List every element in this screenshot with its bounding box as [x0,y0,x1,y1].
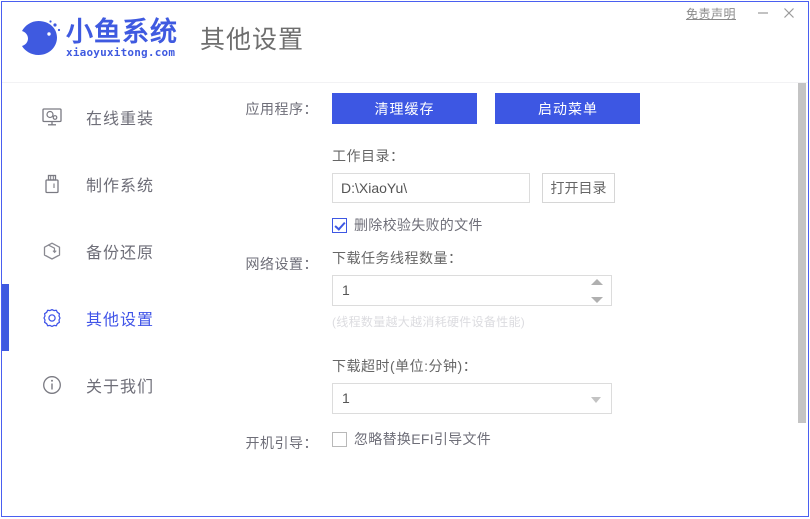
application-section-body: 清理缓存 启动菜单 工作目录： 打开目录 删除校验失败的文件 [332,93,641,235]
usb-drive-icon [40,172,64,196]
sidebar-item-label: 关于我们 [86,378,155,396]
boot-section-body: 忽略替换EFI引导文件 [332,427,491,453]
download-timeout-select[interactable]: 1 [332,383,612,414]
app-header: 小鱼系统 xiaoyuxitong.com 其他设置 [16,16,304,60]
sidebar-nav: 在线重装 制作系统 备份还原 其他设置 关于我们 [2,83,198,516]
open-directory-button[interactable]: 打开目录 [542,173,615,203]
stepper-up-icon[interactable] [590,279,603,285]
close-button[interactable] [776,3,802,23]
boot-section-label: 开机引导： [245,435,318,451]
sidebar-item-online-reinstall[interactable]: 在线重装 [2,83,198,150]
application-section-label: 应用程序： [245,101,318,117]
sidebar-item-make-system[interactable]: 制作系统 [2,150,198,217]
sidebar-item-backup-restore[interactable]: 备份还原 [2,217,198,284]
ignore-efi-checkbox[interactable] [332,431,347,447]
download-timeout-label: 下载超时(单位:分钟)： [332,358,478,374]
boot-section: 开机引导： 忽略替换EFI引导文件 [206,427,491,453]
sidebar-item-other-settings[interactable]: 其他设置 [2,284,198,351]
sidebar-item-about-us[interactable]: 关于我们 [2,351,198,418]
box-restore-icon [40,239,64,263]
settings-content: 应用程序： 清理缓存 启动菜单 工作目录： 打开目录 删除校验失败的文件 [198,83,808,516]
delete-failed-files-label: 删除校验失败的文件 [354,217,483,233]
brand-name-cn: 小鱼系统 [66,16,178,48]
work-directory-label: 工作目录： [332,148,405,164]
delete-failed-files-checkbox[interactable] [332,217,347,233]
clear-cache-button[interactable]: 清理缓存 [332,93,477,124]
stepper-arrows[interactable] [590,279,603,303]
application-section: 应用程序： 清理缓存 启动菜单 工作目录： 打开目录 删除校验失败的文件 [206,93,641,235]
brand-wordmark: 小鱼系统 xiaoyuxitong.com [66,16,178,59]
brand-name-en: xiaoyuxitong.com [66,45,176,59]
monitor-icon [40,105,64,129]
page-title: 其他设置 [200,26,305,54]
fish-logo-icon [16,16,62,60]
disclaimer-link[interactable]: 免责声明 [686,5,736,22]
sidebar-item-label: 备份还原 [86,244,155,262]
chevron-down-icon[interactable] [591,397,601,403]
thread-count-value: 1 [342,282,350,298]
app-window: 免责声明 小鱼系统 xiaoyuxitong.com 其他设置 在线重装 制作系… [1,1,809,517]
network-section-body: 下载任务线程数量： 1 (线程数量越大越消耗硬件设备性能) 下载超时(单位:分钟… [332,248,612,414]
scrollbar-thumb[interactable] [798,83,806,423]
thread-count-label: 下载任务线程数量： [332,250,463,266]
network-section: 网络设置： 下载任务线程数量： 1 (线程数量越大越消耗硬件设备性能) 下载超时… [206,248,612,414]
download-timeout-value: 1 [342,390,350,406]
minimize-button[interactable] [750,3,776,23]
delete-failed-files-checkbox-row[interactable]: 删除校验失败的文件 [332,215,640,235]
sidebar-item-label: 制作系统 [86,177,155,195]
sidebar-item-label: 其他设置 [86,311,155,329]
stepper-down-icon[interactable] [590,297,603,303]
ignore-efi-checkbox-row[interactable]: 忽略替换EFI引导文件 [332,429,491,449]
start-menu-button[interactable]: 启动菜单 [495,93,641,124]
application-button-group: 清理缓存 启动菜单 [332,93,641,124]
network-section-label: 网络设置： [245,256,318,272]
gear-icon [40,306,64,330]
thread-count-stepper[interactable]: 1 [332,275,612,306]
sidebar-item-label: 在线重装 [86,110,155,128]
ignore-efi-label: 忽略替换EFI引导文件 [354,431,492,447]
work-directory-input[interactable] [332,173,530,203]
thread-count-hint: (线程数量越大越消耗硬件设备性能) [332,315,526,329]
vertical-scrollbar[interactable] [798,83,806,514]
info-icon [40,373,64,397]
work-directory-row: 打开目录 [332,173,640,203]
